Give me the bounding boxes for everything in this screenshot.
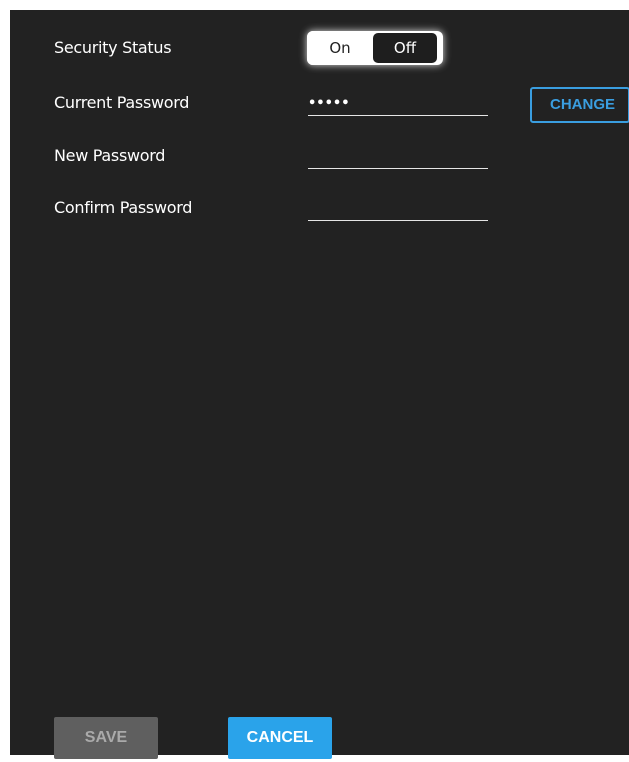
security-status-label: Security Status [54, 38, 172, 57]
cancel-button[interactable]: CANCEL [228, 717, 332, 759]
new-password-field[interactable] [308, 146, 488, 169]
current-password-field[interactable]: ••••• [308, 93, 488, 116]
new-password-label: New Password [54, 146, 166, 165]
current-password-label: Current Password [54, 93, 190, 112]
save-button[interactable]: SAVE [54, 717, 158, 759]
security-status-toggle[interactable]: On Off [307, 31, 443, 65]
toggle-off-option[interactable]: Off [373, 33, 437, 63]
confirm-password-field[interactable] [308, 198, 488, 221]
change-password-button[interactable]: CHANGE [530, 87, 629, 123]
toggle-on-option[interactable]: On [307, 31, 373, 65]
security-settings-panel: Security Status On Off Current Password … [10, 10, 629, 759]
confirm-password-label: Confirm Password [54, 198, 193, 217]
